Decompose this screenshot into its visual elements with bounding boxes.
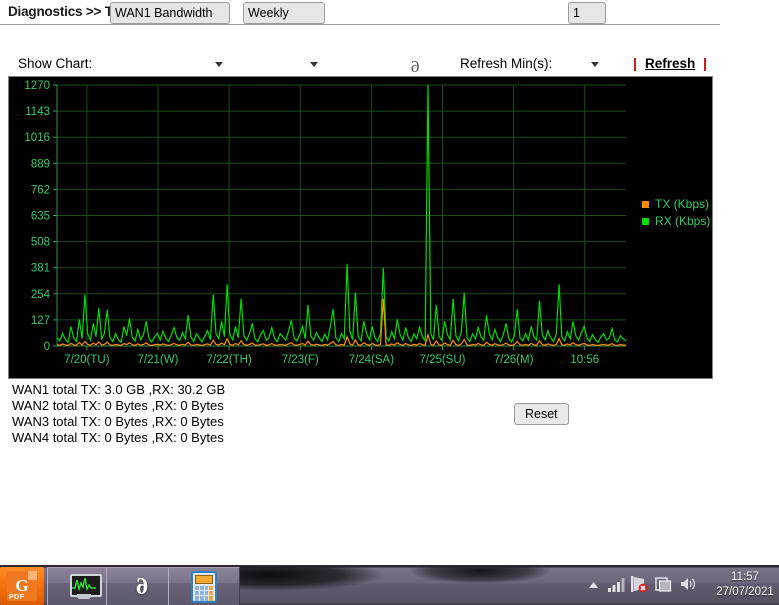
svg-text:7/24(SA): 7/24(SA) xyxy=(349,354,395,366)
chart-period-select[interactable]: DailyWeeklyMonthly xyxy=(243,2,325,24)
svg-text:381: 381 xyxy=(31,263,50,275)
chart-type-select[interactable]: WAN1 BandwidthWAN2 BandwidthWAN3 Bandwid… xyxy=(110,2,230,24)
volume-icon[interactable] xyxy=(680,577,698,594)
traffic-graph: 0 127 254 381 508 635 762 889 1016 1143 1270 7/20(T… xyxy=(8,76,713,379)
svg-text:889: 889 xyxy=(31,158,50,170)
wan-total-line: WAN3 total TX: 0 Bytes ,RX: 0 Bytes xyxy=(12,414,224,429)
wan-totals: WAN1 total TX: 3.0 GB ,RX: 30.2 GB WAN2 … xyxy=(12,382,225,446)
flame-icon: 6 xyxy=(136,573,148,600)
calculator-keys xyxy=(195,585,213,601)
svg-text:7/26(M): 7/26(M) xyxy=(494,354,534,366)
svg-text:0: 0 xyxy=(44,341,50,353)
svg-text:254: 254 xyxy=(31,289,51,301)
svg-text:1270: 1270 xyxy=(24,80,50,92)
taskbar: G 6 xyxy=(0,565,779,605)
svg-text:7/21(W): 7/21(W) xyxy=(138,354,179,366)
svg-text:10:56: 10:56 xyxy=(570,354,599,366)
waveform-icon xyxy=(72,577,96,592)
wan-total-line: WAN4 total TX: 0 Bytes ,RX: 0 Bytes xyxy=(12,430,224,445)
taskbar-item-calculator[interactable] xyxy=(168,567,240,605)
start-button[interactable]: G xyxy=(0,567,44,605)
traffic-graph-svg: 0 127 254 381 508 635 762 889 1016 1143 1270 7/20(T… xyxy=(9,77,712,378)
router-web-page: Diagnostics >> Traffic Graph Show Chart:… xyxy=(0,0,779,565)
svg-text:7/25(SU): 7/25(SU) xyxy=(419,354,465,366)
svg-text:508: 508 xyxy=(31,237,50,249)
network-signal-icon[interactable] xyxy=(608,578,625,595)
refresh-minutes-label: Refresh Min(s): xyxy=(460,56,553,71)
svg-text:7/22(TH): 7/22(TH) xyxy=(206,354,252,366)
svg-text:1143: 1143 xyxy=(25,106,50,118)
monitor-chart-icon xyxy=(65,573,102,601)
separator-left: | xyxy=(633,55,637,71)
separator-right: | xyxy=(703,55,707,71)
reset-button[interactable]: Reset xyxy=(514,403,569,425)
foxit-pdf-letter: G xyxy=(15,576,29,595)
svg-text:7/23(F): 7/23(F) xyxy=(282,354,319,366)
wan-total-line: WAN1 total TX: 3.0 GB ,RX: 30.2 GB xyxy=(12,382,226,397)
taskbar-clock[interactable]: 11:57 27/07/2021 xyxy=(714,570,776,600)
network-disconnected-icon[interactable] xyxy=(631,576,648,595)
show-chart-label: Show Chart: xyxy=(18,56,93,71)
svg-text:7/20(TU): 7/20(TU) xyxy=(64,354,110,366)
svg-text:635: 635 xyxy=(31,211,50,223)
svg-text:TX (Kbps): TX (Kbps) xyxy=(655,197,709,211)
svg-text:762: 762 xyxy=(31,184,50,196)
svg-text:127: 127 xyxy=(31,315,50,327)
svg-text:1016: 1016 xyxy=(24,132,50,144)
clock-date: 27/07/2021 xyxy=(716,586,774,598)
action-center-icon[interactable] xyxy=(655,576,672,595)
calculator-display xyxy=(195,574,213,584)
calculator-icon xyxy=(191,570,217,603)
show-hidden-icons-chevron[interactable] xyxy=(588,577,599,592)
clock-time: 11:57 xyxy=(731,571,759,583)
refresh-link[interactable]: Refresh xyxy=(645,56,695,71)
svg-text:RX (Kbps): RX (Kbps) xyxy=(655,214,710,228)
header-divider xyxy=(0,24,720,25)
wan-total-line: WAN2 total TX: 0 Bytes ,RX: 0 Bytes xyxy=(12,398,224,413)
flame-icon: 6 xyxy=(411,57,420,76)
foxit-pdf-icon: G xyxy=(7,571,37,601)
refresh-minutes-select[interactable]: 12510 xyxy=(568,2,606,24)
page-corner-icon xyxy=(28,571,37,580)
monitor-base xyxy=(77,593,91,599)
